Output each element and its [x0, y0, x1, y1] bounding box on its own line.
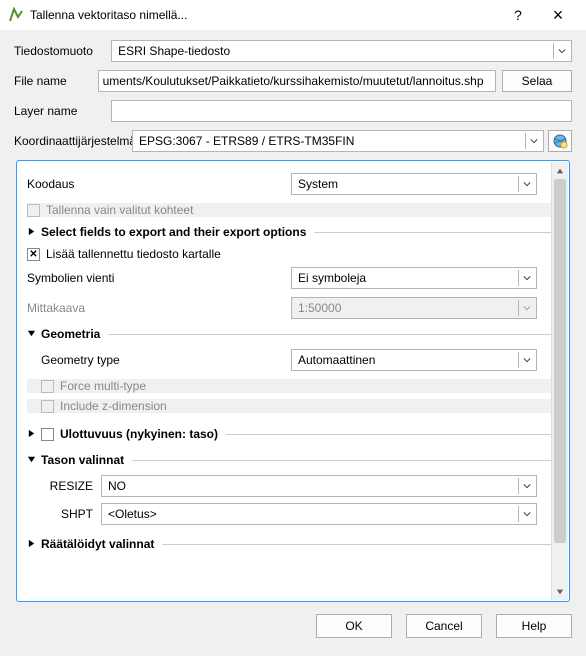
save-selected-checkbox: Tallenna vain valitut kohteet — [27, 203, 557, 217]
triangle-right-icon — [27, 225, 37, 239]
layername-input — [111, 100, 572, 122]
force-multi-checkbox: Force multi-type — [27, 379, 557, 393]
crs-select[interactable]: EPSG:3067 - ETRS89 / ETRS-TM35FIN — [132, 130, 544, 152]
triangle-right-icon — [27, 537, 37, 551]
crs-value: EPSG:3067 - ETRS89 / ETRS-TM35FIN — [139, 134, 354, 148]
chevron-down-icon — [525, 133, 541, 149]
browse-button[interactable]: Selaa — [502, 70, 572, 92]
divider — [226, 434, 557, 435]
help-button[interactable]: Help — [496, 614, 572, 638]
resize-select[interactable]: NO — [101, 475, 537, 497]
globe-icon — [552, 133, 568, 149]
chevron-down-icon — [518, 478, 534, 494]
scale-label: Mittakaava — [27, 301, 291, 315]
encoding-label: Koodaus — [27, 177, 291, 191]
layer-options-header: Tason valinnat — [41, 453, 124, 467]
include-z-label: Include z-dimension — [60, 399, 167, 413]
geometry-toggle[interactable]: Geometria — [27, 327, 557, 341]
filename-label: File name — [14, 74, 98, 88]
geometry-type-select[interactable]: Automaattinen — [291, 349, 537, 371]
symbology-label: Symbolien vienti — [27, 271, 291, 285]
extent-toggle[interactable]: Ulottuvuus (nykyinen: taso) — [27, 427, 557, 441]
scroll-down-icon[interactable] — [552, 583, 568, 600]
checkbox-icon — [41, 380, 54, 393]
encoding-select[interactable]: System — [291, 173, 537, 195]
select-fields-toggle[interactable]: Select fields to export and their export… — [27, 225, 557, 239]
triangle-down-icon — [27, 327, 37, 341]
custom-options-label: Räätälöidyt valinnat — [41, 537, 154, 551]
encoding-value: System — [298, 177, 338, 191]
geometry-type-value: Automaattinen — [298, 353, 375, 367]
cancel-button[interactable]: Cancel — [406, 614, 482, 638]
checkbox-icon — [27, 204, 40, 217]
include-z-checkbox: Include z-dimension — [27, 399, 557, 413]
scroll-track[interactable] — [552, 179, 568, 583]
crs-picker-button[interactable] — [548, 130, 572, 152]
ok-button[interactable]: OK — [316, 614, 392, 638]
layername-label: Layer name — [14, 104, 111, 118]
force-multi-label: Force multi-type — [60, 379, 146, 393]
format-value: ESRI Shape-tiedosto — [118, 44, 230, 58]
window-title: Tallenna vektoritaso nimellä... — [30, 8, 498, 22]
shpt-label: SHPT — [37, 507, 93, 521]
symbology-value: Ei symboleja — [298, 271, 366, 285]
panel-scrollbar[interactable] — [551, 162, 568, 600]
geometry-type-label: Geometry type — [27, 353, 291, 367]
chevron-down-icon — [518, 352, 534, 368]
scale-select: 1:50000 — [291, 297, 537, 319]
scale-value: 1:50000 — [298, 301, 341, 315]
scroll-thumb[interactable] — [554, 179, 566, 543]
chevron-down-icon — [518, 300, 534, 316]
close-button[interactable]: × — [538, 5, 578, 26]
select-fields-label: Select fields to export and their export… — [41, 225, 306, 239]
divider — [314, 232, 557, 233]
extent-checkbox[interactable] — [41, 428, 54, 441]
layer-options-toggle[interactable]: Tason valinnat — [27, 453, 557, 467]
resize-value: NO — [108, 479, 126, 493]
divider — [162, 544, 557, 545]
save-selected-label: Tallenna vain valitut kohteet — [46, 203, 193, 217]
divider — [108, 334, 557, 335]
format-select[interactable]: ESRI Shape-tiedosto — [111, 40, 572, 62]
triangle-right-icon — [27, 427, 37, 441]
custom-options-toggle[interactable]: Räätälöidyt valinnat — [27, 537, 557, 551]
options-panel: Koodaus System Tallenna vain valitut koh… — [16, 160, 570, 602]
triangle-down-icon — [27, 453, 37, 467]
scroll-up-icon[interactable] — [552, 162, 568, 179]
shpt-select[interactable]: <Oletus> — [101, 503, 537, 525]
format-label: Tiedostomuoto — [14, 44, 111, 58]
titlebar: Tallenna vektoritaso nimellä... ? × — [0, 0, 586, 30]
add-saved-label: Lisää tallennettu tiedosto kartalle — [46, 247, 221, 261]
chevron-down-icon — [553, 43, 569, 59]
resize-label: RESIZE — [37, 479, 93, 493]
dialog-footer: OK Cancel Help — [0, 612, 586, 648]
extent-label: Ulottuvuus (nykyinen: taso) — [60, 427, 218, 441]
geometry-header: Geometria — [41, 327, 100, 341]
filename-input[interactable] — [98, 70, 496, 92]
crs-label: Koordinaattijärjestelmä — [14, 134, 132, 148]
checkbox-icon — [41, 400, 54, 413]
chevron-down-icon — [518, 270, 534, 286]
shpt-value: <Oletus> — [108, 507, 157, 521]
dialog-content: Tiedostomuoto ESRI Shape-tiedosto File n… — [0, 30, 586, 602]
app-icon — [8, 7, 24, 23]
chevron-down-icon — [518, 176, 534, 192]
chevron-down-icon — [518, 506, 534, 522]
divider — [132, 460, 557, 461]
help-button[interactable]: ? — [498, 7, 538, 23]
symbology-select[interactable]: Ei symboleja — [291, 267, 537, 289]
add-saved-checkbox[interactable]: ✕ Lisää tallennettu tiedosto kartalle — [27, 247, 557, 261]
checkbox-icon: ✕ — [27, 248, 40, 261]
